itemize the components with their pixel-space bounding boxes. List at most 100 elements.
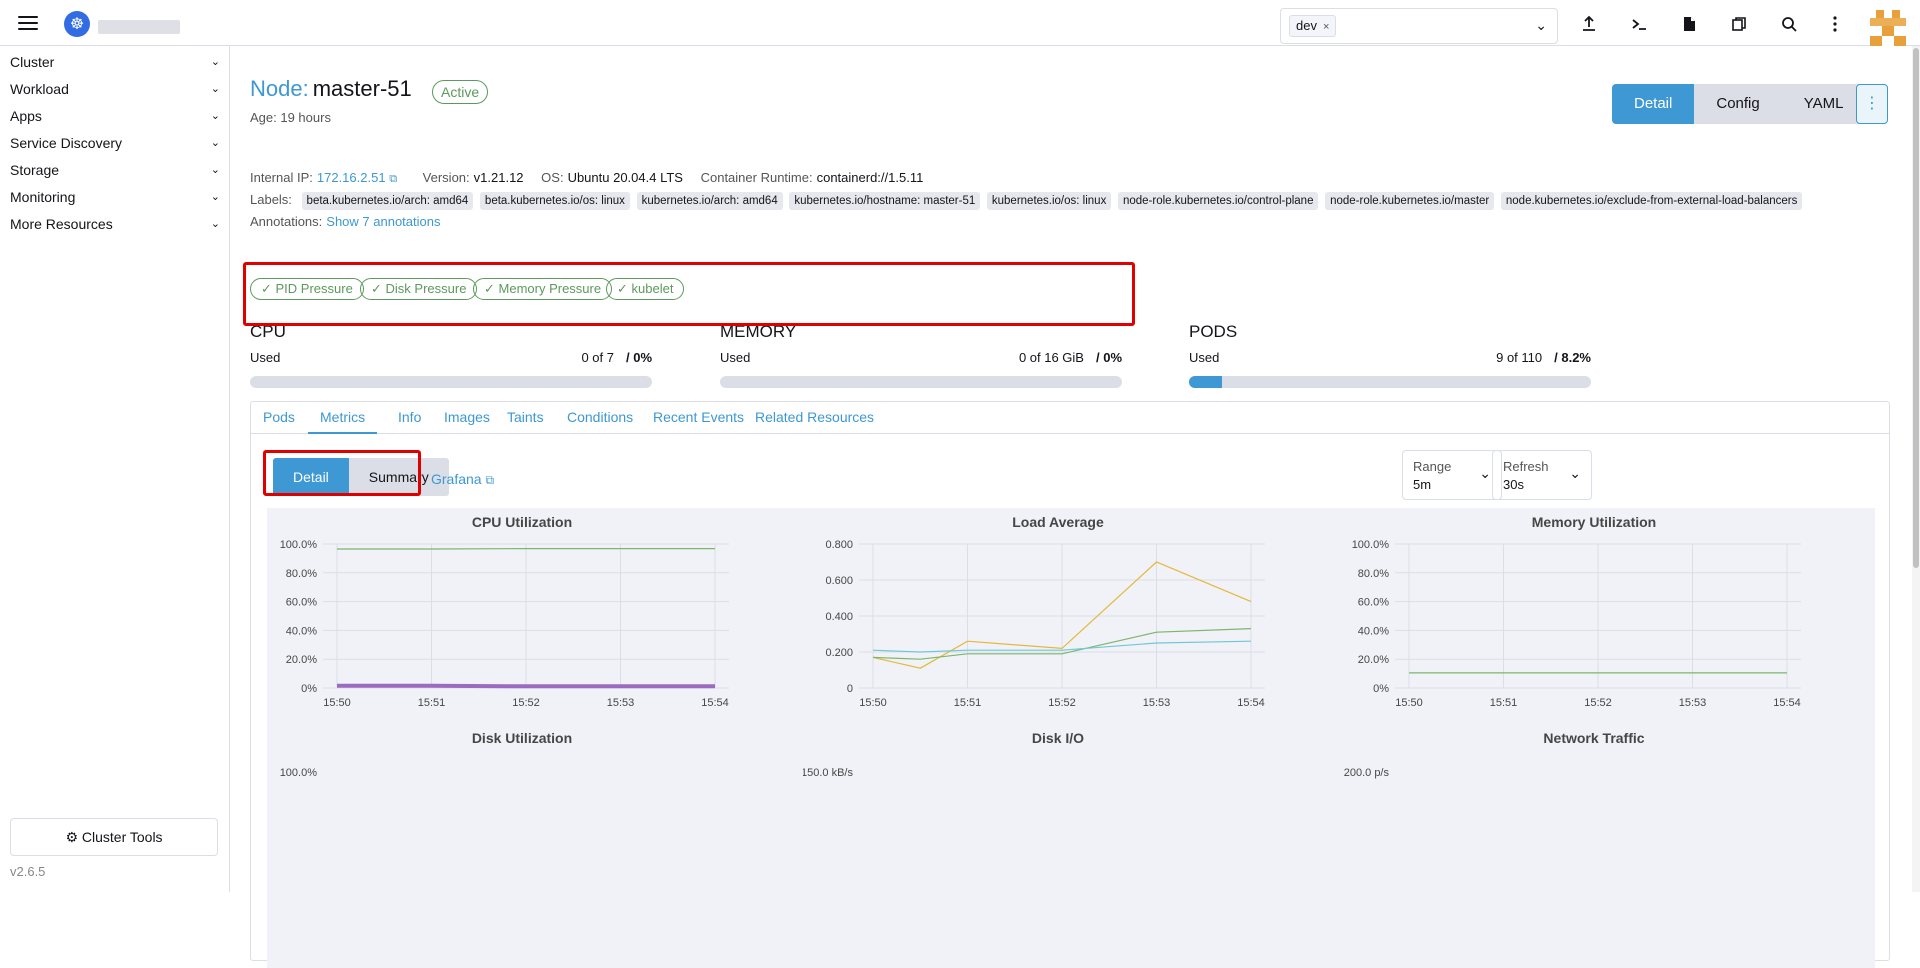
chart-y-tick-label: 100.0%	[280, 539, 318, 551]
chart-canvas: 100.0%80.0%60.0%40.0%20.0%0%15:5015:5115…	[1339, 536, 1849, 716]
namespace-chip-label: dev	[1296, 18, 1317, 33]
cluster-name[interactable]	[98, 20, 180, 34]
label-tag: beta.kubernetes.io/arch: amd64	[302, 192, 474, 210]
sidebar-item-more-resources[interactable]: More Resources⌄	[10, 212, 222, 236]
chip-remove-icon[interactable]: ×	[1323, 21, 1329, 33]
namespace-chip: dev ×	[1289, 15, 1336, 37]
chart-y-tick-label: 0.400	[825, 611, 853, 623]
sidebar-item-label: Cluster	[10, 54, 54, 70]
sidebar-item-service-discovery[interactable]: Service Discovery ⌄	[10, 131, 222, 155]
external-link-icon: ⧉	[485, 473, 494, 487]
gauge-title: CPU	[250, 322, 652, 342]
internal-ip-value[interactable]: 172.16.2.51	[317, 170, 386, 185]
chart-x-tick-label: 15:54	[1773, 697, 1801, 709]
gauge-bar	[1189, 376, 1591, 388]
metrics-detail-button[interactable]: Detail	[273, 458, 349, 496]
chart-x-tick-label: 15:51	[1490, 697, 1518, 709]
chart-x-tick-label: 15:53	[1143, 697, 1171, 709]
tab-taints[interactable]: Taints	[495, 402, 556, 434]
grafana-link[interactable]: Grafana ⧉	[431, 471, 494, 488]
tab-pods[interactable]: Pods	[251, 402, 307, 434]
page-scrollbar[interactable]	[1912, 46, 1920, 892]
terminal-icon[interactable]	[1628, 13, 1650, 35]
sidebar-item-cluster[interactable]: Cluster ⌄	[10, 50, 222, 74]
yaml-view-button[interactable]: YAML	[1782, 84, 1866, 124]
chart-title: Disk I/O	[803, 730, 1313, 746]
range-select[interactable]: Range 5m ⌄	[1402, 450, 1502, 500]
sidebar-item-storage[interactable]: Storage ⌄	[10, 158, 222, 182]
chevron-down-icon: ⌄	[211, 104, 220, 128]
label-tag: beta.kubernetes.io/os: linux	[480, 192, 630, 210]
chevron-down-icon: ⌄	[211, 158, 220, 182]
tab-metrics[interactable]: Metrics	[308, 402, 377, 434]
sidebar-item-monitoring[interactable]: Monitoring⌄	[10, 185, 222, 209]
kubernetes-logo-icon[interactable]: ☸	[64, 11, 90, 37]
sidebar-item-label: Storage	[10, 162, 59, 178]
gauge-percent: / 0%	[1096, 350, 1122, 365]
tab-conditions[interactable]: Conditions	[555, 402, 645, 434]
gauge-bar	[250, 376, 652, 388]
chevron-down-icon: ⌄	[211, 50, 220, 74]
top-bar: ☸ dev × ⌄	[0, 0, 1920, 46]
refresh-select[interactable]: Refresh 30s ⌄	[1492, 450, 1592, 500]
chevron-down-icon: ⌄	[211, 131, 220, 155]
chart-x-tick-label: 15:53	[1679, 697, 1707, 709]
chart-x-tick-label: 15:53	[607, 697, 635, 709]
app-version: v2.6.5	[10, 864, 45, 879]
hamburger-menu-icon[interactable]	[18, 16, 38, 30]
sidebar-item-workload[interactable]: Workload⌄	[10, 77, 222, 101]
chart-x-tick-label: 15:54	[1237, 697, 1265, 709]
gauge-percent: / 0%	[626, 350, 652, 365]
os-value: Ubuntu 20.04.4 LTS	[568, 170, 683, 185]
chart-y-tick-label: 200.0 p/s	[1344, 767, 1390, 779]
namespace-select[interactable]: dev × ⌄	[1280, 8, 1558, 44]
chevron-down-icon: ⌄	[211, 185, 220, 209]
file-icon[interactable]	[1678, 13, 1700, 35]
resource-kind[interactable]: Node:	[250, 76, 309, 101]
tab-images[interactable]: Images	[432, 402, 502, 434]
gauge-title: MEMORY	[720, 322, 1122, 342]
chevron-down-icon[interactable]: ⌄	[1535, 17, 1547, 34]
config-view-button[interactable]: Config	[1694, 84, 1781, 124]
search-icon[interactable]	[1778, 13, 1800, 35]
chart-y-tick-label: 0.200	[825, 647, 853, 659]
copy-icon[interactable]: ⧉	[389, 173, 397, 185]
check-icon: ✓	[371, 281, 386, 296]
sidebar-item-apps[interactable]: Apps⌄	[10, 104, 222, 128]
detail-view-button[interactable]: Detail	[1612, 84, 1694, 124]
gauge-title: PODS	[1189, 322, 1591, 342]
gauge-percent: / 8.2%	[1554, 350, 1591, 365]
tab-related-resources[interactable]: Related Resources	[743, 402, 886, 434]
gear-icon: ⚙	[65, 829, 78, 845]
chart-y-tick-label: 100.0%	[1352, 539, 1390, 551]
annotations-row: Annotations:Show 7 annotations	[250, 214, 440, 229]
chart-canvas: 0.8000.6000.4000.200015:5015:5115:5215:5…	[803, 536, 1313, 716]
scrollbar-thumb[interactable]	[1913, 48, 1919, 568]
sidebar-item-label: Service Discovery	[10, 135, 122, 151]
copy-icon[interactable]	[1728, 13, 1750, 35]
tab-recent-events[interactable]: Recent Events	[641, 402, 756, 434]
user-avatar[interactable]	[1870, 10, 1906, 46]
condition-label: PID Pressure	[276, 281, 353, 296]
show-annotations-link[interactable]: Show 7 annotations	[326, 214, 440, 229]
kebab-icon[interactable]	[1824, 13, 1846, 35]
condition-badge-disk-pressure: ✓ Disk Pressure	[360, 278, 477, 300]
chart-y-tick-label: 0.600	[825, 575, 853, 587]
chart-canvas: 100.0%	[267, 752, 777, 792]
labels-row: Labels: beta.kubernetes.io/arch: amd64 b…	[250, 192, 1805, 210]
condition-label: Memory Pressure	[499, 281, 602, 296]
label-tag: node.kubernetes.io/exclude-from-external…	[1501, 192, 1803, 210]
range-label: Range	[1413, 459, 1451, 474]
tab-info[interactable]: Info	[386, 402, 433, 434]
cluster-tools-button[interactable]: ⚙ Cluster Tools	[10, 818, 218, 856]
version-value: v1.21.12	[474, 170, 524, 185]
check-icon: ✓	[617, 281, 632, 296]
resource-age: Age: 19 hours	[250, 110, 331, 125]
version-label: Version:	[423, 170, 470, 185]
upload-icon[interactable]	[1578, 13, 1600, 35]
actions-menu-button[interactable]: ⋮	[1856, 84, 1888, 124]
label-tag: kubernetes.io/hostname: master-51	[789, 192, 980, 210]
chart-y-tick-label: 60.0%	[286, 597, 317, 609]
gauge-value: 0 of 7	[581, 350, 614, 365]
gauge-value: 0 of 16 GiB	[1019, 350, 1084, 365]
